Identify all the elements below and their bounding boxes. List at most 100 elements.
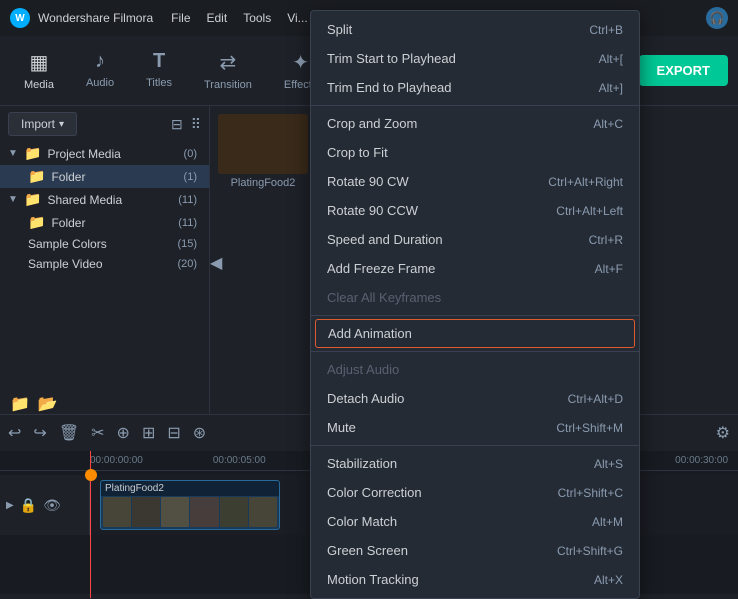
menu-item-label-color-correction: Color Correction — [327, 485, 422, 500]
menu-item-label-add-animation: Add Animation — [328, 326, 412, 341]
track-eye-icon[interactable]: 👁 — [43, 497, 61, 514]
settings-icon: ⚙ — [716, 425, 730, 442]
menu-item-green-screen[interactable]: Green ScreenCtrl+Shift+G — [311, 536, 639, 565]
tree-child-sample-colors[interactable]: Sample Colors (15) — [0, 234, 209, 254]
panel-icons: ⊟ ⠿ — [171, 116, 201, 133]
timeline-settings-btn[interactable]: ⚙ — [716, 423, 730, 443]
playhead-line — [90, 475, 91, 598]
redo-icon[interactable]: ↪ — [33, 423, 46, 443]
menu-item-label-trim-end: Trim End to Playhead — [327, 80, 452, 95]
folder-icon-folder2: 📁 — [28, 214, 45, 231]
delete-icon[interactable]: 🗑 — [59, 423, 79, 443]
tree-arrow-project: ▼ — [8, 148, 18, 159]
menu-item-label-speed-duration: Speed and Duration — [327, 232, 443, 247]
menu-item-detach-audio[interactable]: Detach AudioCtrl+Alt+D — [311, 384, 639, 413]
menu-item-motion-tracking[interactable]: Motion TrackingAlt+X — [311, 565, 639, 594]
track-play-icon: ▶ — [6, 500, 14, 511]
tab-titles[interactable]: T Titles — [132, 44, 186, 97]
menu-tools[interactable]: Tools — [243, 11, 271, 25]
left-panel: Import ▾ ⊟ ⠿ ▼ 📁 Project Media (0) 📁 Fol… — [0, 106, 210, 420]
thumbnail-item[interactable]: PlatingFood2 — [218, 114, 308, 189]
menu-item-crop-fit[interactable]: Crop to Fit — [311, 138, 639, 167]
tree-label-video: Sample Video — [28, 257, 171, 271]
menu-item-adjust-audio: Adjust Audio — [311, 355, 639, 384]
menu-shortcut-rotate-cw: Ctrl+Alt+Right — [548, 175, 623, 189]
tree-count-project: (0) — [184, 148, 201, 160]
tab-transition[interactable]: ⇄ Transition — [190, 44, 266, 97]
menu-item-clear-keyframes: Clear All Keyframes — [311, 283, 639, 312]
folder-icon-shared: 📁 — [24, 191, 41, 208]
titles-icon: T — [153, 50, 165, 73]
timestamp-0: 00:00:00:00 — [90, 455, 143, 466]
tree-item-shared-media[interactable]: ▼ 📁 Shared Media (11) — [0, 188, 209, 211]
menu-item-label-detach-audio: Detach Audio — [327, 391, 404, 406]
menu-item-stabilization[interactable]: StabilizationAlt+S — [311, 449, 639, 478]
menu-item-add-animation[interactable]: Add Animation — [315, 319, 635, 348]
filter-icon[interactable]: ⊟ — [171, 116, 183, 133]
menu-item-label-stabilization: Stabilization — [327, 456, 397, 471]
track-lock-icon[interactable]: 🔒 — [20, 497, 37, 514]
menu-shortcut-crop-zoom: Alt+C — [593, 117, 623, 131]
zoom-in-icon[interactable]: ⊞ — [142, 423, 155, 443]
menu-item-speed-duration[interactable]: Speed and DurationCtrl+R — [311, 225, 639, 254]
menu-shortcut-trim-start: Alt+[ — [599, 52, 623, 66]
tab-media[interactable]: ▦ Media — [10, 44, 68, 97]
menu-shortcut-trim-end: Alt+] — [599, 81, 623, 95]
import-chevron-icon: ▾ — [59, 119, 64, 130]
thumb-label: PlatingFood2 — [218, 177, 308, 189]
thumb-prev-arrow[interactable]: ◀ — [210, 253, 222, 273]
menu-item-color-correction[interactable]: Color CorrectionCtrl+Shift+C — [311, 478, 639, 507]
cut-icon[interactable]: ✂ — [91, 423, 104, 443]
menu-divider — [311, 105, 639, 106]
timeline-clip[interactable]: PlatingFood2 — [100, 480, 280, 530]
menu-view[interactable]: Vi... — [287, 11, 307, 25]
menu-divider — [311, 351, 639, 352]
menu-bar: File Edit Tools Vi... — [171, 11, 308, 25]
tree-count-colors: (15) — [177, 238, 201, 250]
tree-child-sample-video[interactable]: Sample Video (20) — [0, 254, 209, 274]
folder-icon-project: 📁 — [24, 145, 41, 162]
tree-child-folder2[interactable]: 📁 Folder (11) — [0, 211, 209, 234]
menu-item-trim-end[interactable]: Trim End to Playhead Alt+] — [311, 73, 639, 102]
tree-label-shared: Shared Media — [47, 193, 172, 207]
menu-item-label-color-match: Color Match — [327, 514, 397, 529]
magnet-icon[interactable]: ⊛ — [193, 423, 206, 443]
menu-file[interactable]: File — [171, 11, 190, 25]
ripple-icon[interactable]: ⊟ — [167, 423, 180, 443]
tab-audio[interactable]: ♪ Audio — [72, 44, 128, 97]
app-logo: W — [10, 8, 30, 28]
menu-item-rotate-ccw[interactable]: Rotate 90 CCWCtrl+Alt+Left — [311, 196, 639, 225]
menu-item-color-match[interactable]: Color Match Alt+M — [311, 507, 639, 536]
menu-item-label-crop-fit: Crop to Fit — [327, 145, 388, 160]
export-button[interactable]: EXPORT — [639, 55, 728, 86]
menu-shortcut-mute: Ctrl+Shift+M — [556, 421, 623, 435]
menu-shortcut-split: Ctrl+B — [589, 23, 623, 37]
new-folder-icon[interactable]: 📁 — [10, 394, 30, 414]
undo-icon[interactable]: ↩ — [8, 423, 21, 443]
menu-shortcut-freeze-frame: Alt+F — [595, 262, 623, 276]
menu-divider — [311, 315, 639, 316]
menu-item-split[interactable]: SplitCtrl+B — [311, 15, 639, 44]
menu-item-mute[interactable]: MuteCtrl+Shift+M — [311, 413, 639, 442]
app-name: Wondershare Filmora — [38, 11, 153, 25]
tree-child-folder1[interactable]: 📁 Folder (1) — [0, 165, 209, 188]
menu-item-freeze-frame[interactable]: Add Freeze FrameAlt+F — [311, 254, 639, 283]
tree-label-colors: Sample Colors — [28, 237, 171, 251]
import-folder-icon[interactable]: 📂 — [38, 394, 58, 414]
menu-shortcut-color-match: Alt+M — [592, 515, 623, 529]
ruler-playhead — [90, 451, 91, 470]
menu-edit[interactable]: Edit — [207, 11, 228, 25]
headphone-icon[interactable]: 🎧 — [706, 7, 728, 29]
menu-item-trim-start[interactable]: Trim Start to PlayheadAlt+[ — [311, 44, 639, 73]
media-icon: ▦ — [30, 50, 49, 75]
menu-item-crop-zoom[interactable]: Crop and ZoomAlt+C — [311, 109, 639, 138]
grid-icon[interactable]: ⠿ — [191, 116, 201, 133]
tree-count-folder2: (11) — [178, 217, 201, 229]
import-button[interactable]: Import ▾ — [8, 112, 77, 136]
menu-item-rotate-cw[interactable]: Rotate 90 CWCtrl+Alt+Right — [311, 167, 639, 196]
folder-icon-folder1: 📁 — [28, 168, 45, 185]
crop-icon[interactable]: ⊕ — [117, 423, 130, 443]
tree-item-project-media[interactable]: ▼ 📁 Project Media (0) — [0, 142, 209, 165]
tree-count-folder1: (1) — [184, 171, 201, 183]
track-controls-1: ▶ 🔒 👁 — [0, 475, 90, 535]
